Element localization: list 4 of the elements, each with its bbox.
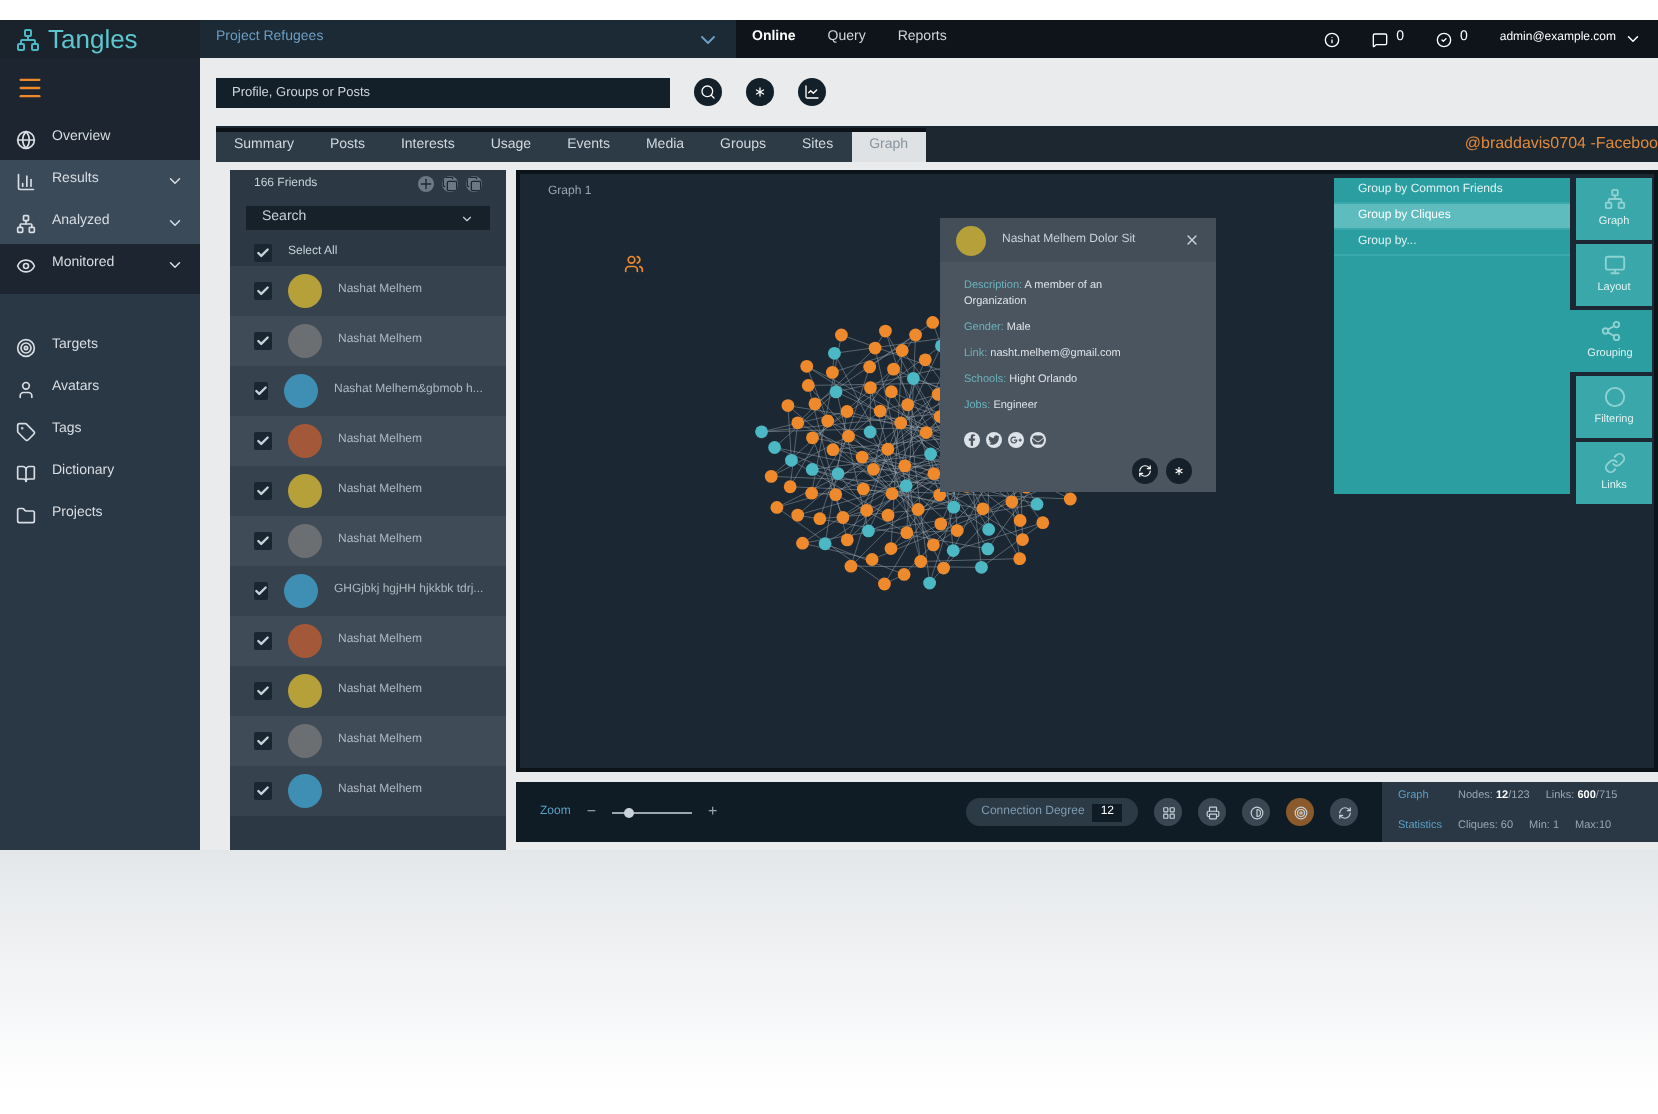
profile-handle: @braddavis0704 -Faceboo [1464,132,1658,156]
zoom-in-button[interactable]: + [708,800,718,824]
zoom-out-button[interactable]: − [586,800,597,824]
app-logo: Tangles [48,21,138,58]
